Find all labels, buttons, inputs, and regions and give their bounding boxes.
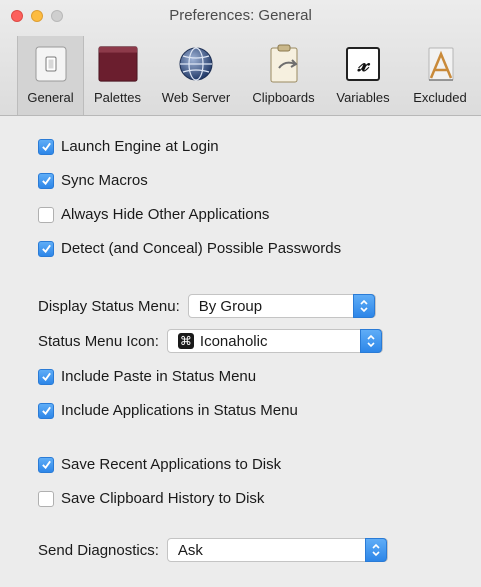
status-menu-icon-row: Status Menu Icon: ⌘ Iconaholic	[38, 329, 383, 353]
preferences-window: Preferences: General General Palettes We…	[0, 0, 481, 587]
include-apps-checkbox[interactable]	[38, 402, 54, 419]
general-switch-icon	[31, 44, 71, 84]
detect-passwords-label: Detect (and Conceal) Possible Passwords	[61, 240, 342, 257]
detect-passwords-option[interactable]: Detect (and Conceal) Possible Passwords	[38, 240, 341, 257]
status-menu-icon-value: Iconaholic	[199, 332, 268, 350]
save-clipboard-label: Save Clipboard History to Disk	[61, 490, 265, 507]
launch-engine-option[interactable]: Launch Engine at Login	[38, 138, 219, 155]
variable-x-icon: 𝓍	[343, 44, 383, 84]
include-paste-option[interactable]: Include Paste in Status Menu	[38, 368, 256, 385]
tab-clipboards[interactable]: Clipboards	[241, 36, 326, 115]
detect-passwords-checkbox[interactable]	[38, 240, 54, 257]
save-clipboard-checkbox[interactable]	[38, 490, 54, 507]
display-status-menu-row: Display Status Menu: By Group	[38, 294, 376, 318]
variable-x-glyph: 𝓍	[346, 47, 380, 81]
popup-arrows-icon	[359, 329, 382, 353]
tab-palettes[interactable]: Palettes	[84, 36, 151, 115]
palette-window-icon	[97, 44, 138, 84]
status-menu-icon-popup[interactable]: ⌘ Iconaholic	[166, 329, 383, 353]
tab-variables[interactable]: 𝓍 Variables	[328, 36, 398, 115]
tab-web-server-label: Web Server	[161, 90, 231, 105]
tab-variables-label: Variables	[336, 90, 390, 105]
display-status-menu-value: By Group	[198, 297, 263, 315]
include-paste-checkbox[interactable]	[38, 368, 54, 385]
general-pane: Launch Engine at Login Sync Macros Alway…	[0, 116, 481, 587]
sync-macros-checkbox[interactable]	[38, 172, 54, 189]
tab-palettes-label: Palettes	[94, 90, 141, 105]
launch-engine-label: Launch Engine at Login	[61, 138, 219, 155]
preferences-toolbar: General Palettes Web Server Clipboards 𝓍…	[0, 36, 481, 115]
display-status-menu-popup[interactable]: By Group	[187, 294, 376, 318]
send-diagnostics-label: Send Diagnostics:	[38, 541, 159, 559]
include-apps-label: Include Applications in Status Menu	[61, 402, 298, 419]
excluded-app-icon	[420, 44, 460, 84]
tab-general[interactable]: General	[17, 36, 84, 115]
clipboard-icon	[264, 44, 304, 84]
save-recent-label: Save Recent Applications to Disk	[61, 456, 282, 473]
sync-macros-option[interactable]: Sync Macros	[38, 172, 148, 189]
save-recent-option[interactable]: Save Recent Applications to Disk	[38, 456, 281, 473]
sync-macros-label: Sync Macros	[61, 172, 148, 189]
status-menu-icon-label: Status Menu Icon:	[38, 332, 159, 350]
popup-arrows-icon	[352, 294, 375, 318]
tab-web-server[interactable]: Web Server	[153, 36, 239, 115]
tab-excluded-label: Excluded	[413, 90, 467, 105]
send-diagnostics-value: Ask	[177, 541, 203, 559]
include-apps-option[interactable]: Include Applications in Status Menu	[38, 402, 298, 419]
tab-general-label: General	[27, 90, 74, 105]
window-title: Preferences: General	[169, 7, 312, 24]
always-hide-label: Always Hide Other Applications	[61, 206, 270, 223]
tab-excluded[interactable]: Excluded	[400, 36, 480, 115]
include-paste-label: Include Paste in Status Menu	[61, 368, 257, 385]
save-clipboard-option[interactable]: Save Clipboard History to Disk	[38, 490, 264, 507]
launch-engine-checkbox[interactable]	[38, 138, 54, 155]
save-recent-checkbox[interactable]	[38, 456, 54, 473]
send-diagnostics-row: Send Diagnostics: Ask	[38, 538, 388, 562]
always-hide-option[interactable]: Always Hide Other Applications	[38, 206, 269, 223]
globe-icon	[176, 44, 216, 84]
command-key-icon: ⌘	[177, 333, 194, 349]
popup-arrows-icon	[364, 538, 387, 562]
send-diagnostics-popup[interactable]: Ask	[166, 538, 388, 562]
title-bar: Preferences: General General Palettes We…	[0, 0, 481, 116]
tab-clipboards-label: Clipboards	[252, 90, 315, 105]
always-hide-checkbox[interactable]	[38, 206, 54, 223]
display-status-menu-label: Display Status Menu:	[38, 297, 180, 315]
